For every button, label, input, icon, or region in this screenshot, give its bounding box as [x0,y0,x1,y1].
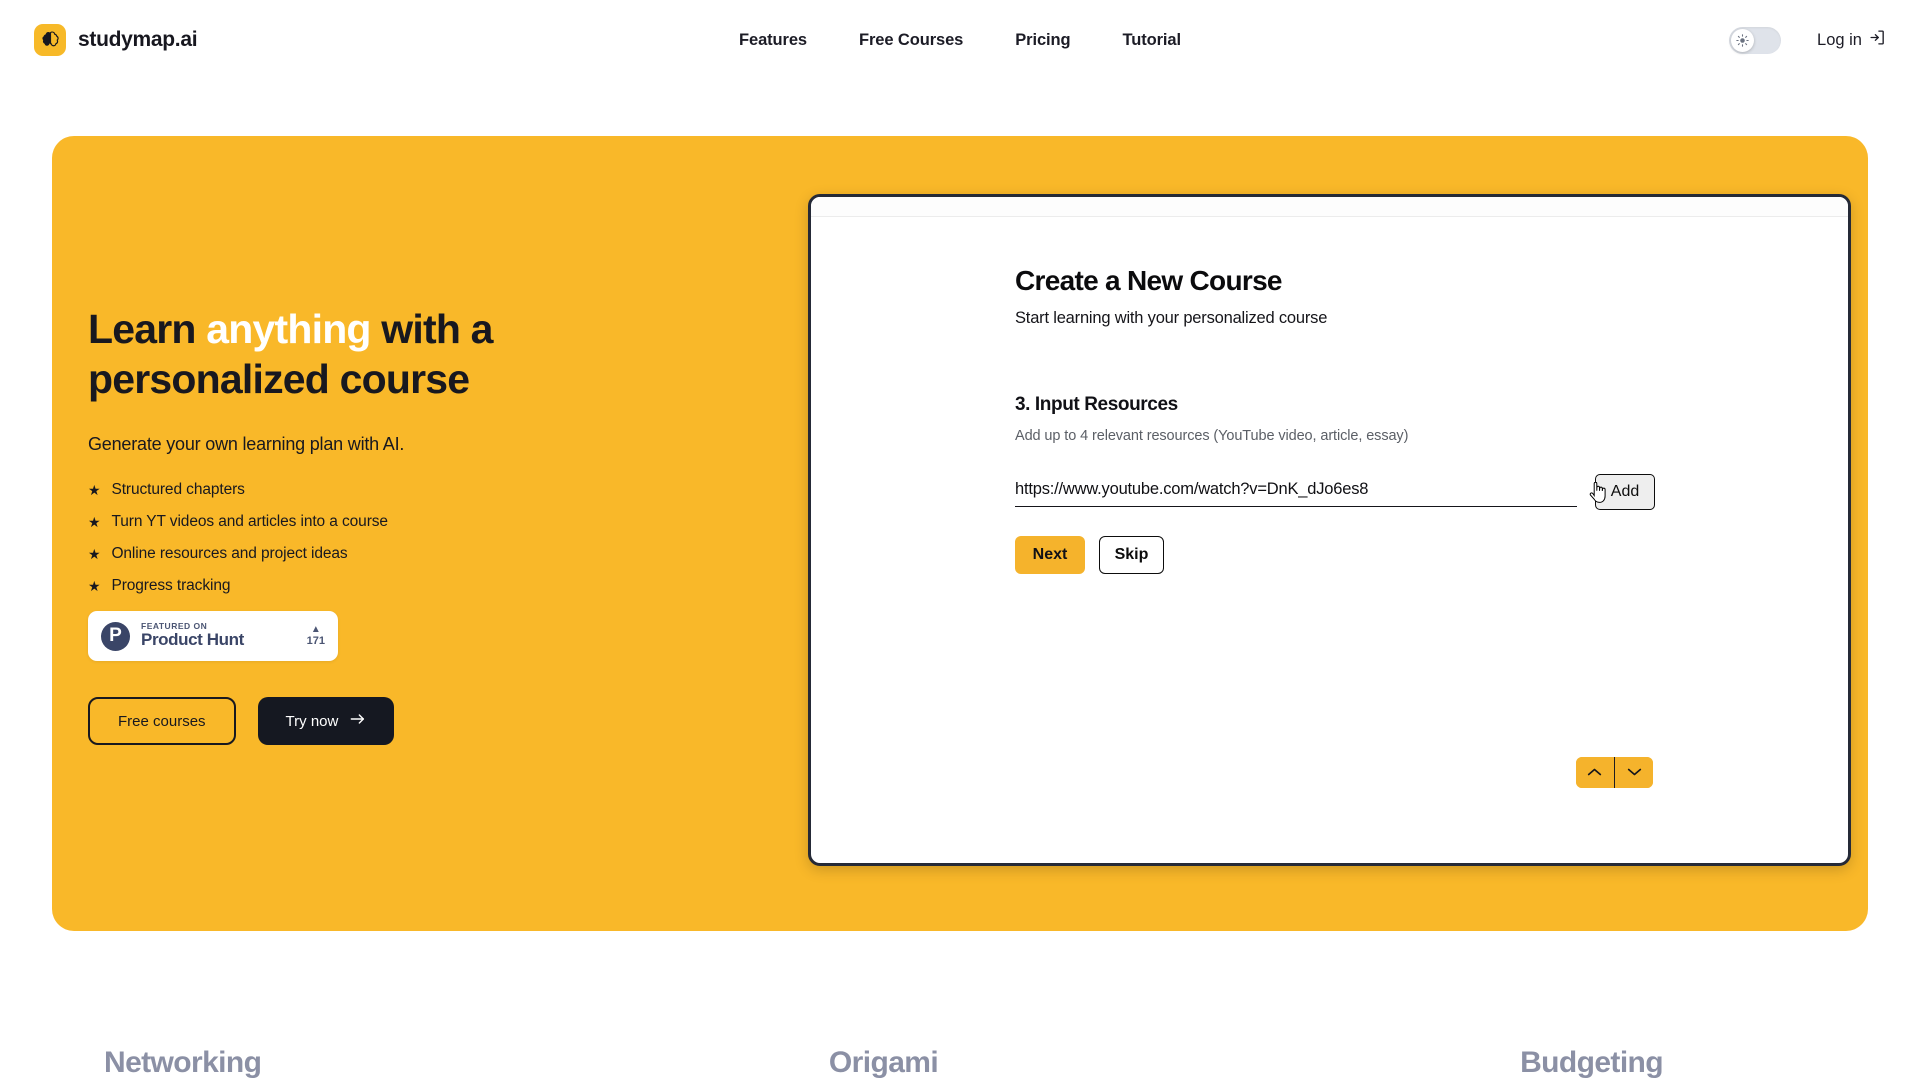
hero-subtitle: Generate your own learning plan with AI. [88,434,405,455]
list-item: ★ Progress tracking [88,577,812,595]
feature-label: Online resources and project ideas [111,545,348,563]
hero-title-highlight: anything [206,306,371,352]
page-subtitle: Start learning with your personalized co… [1015,309,1328,327]
theme-toggle[interactable] [1729,26,1782,54]
try-now-label: Try now [285,712,339,730]
course-title: Origami [828,1046,939,1079]
star-icon: ★ [88,546,101,563]
list-item: ★ Online resources and project ideas [88,545,812,563]
course-card-budgeting[interactable]: Budgeting [1143,1046,1868,1080]
hero-title: Learn anything with a personalized cours… [88,304,688,404]
add-resource-button[interactable]: Add [1589,474,1655,510]
login-label: Log in [1817,30,1862,49]
course-title: Budgeting [1520,1046,1664,1079]
product-hunt-icon: P [101,621,130,651]
star-icon: ★ [88,514,101,531]
window-content: Create a New Course Start learning with … [811,217,1848,863]
sun-icon [1731,28,1755,52]
step-heading: 3. Input Resources [1015,394,1178,415]
step-actions: Next Skip [1015,536,1848,574]
step-pager [1575,757,1653,788]
mouse-cursor-pointer-icon [1589,481,1609,504]
star-icon: ★ [88,482,101,499]
window-title-bar [811,197,1848,217]
hero-section: Learn anything with a personalized cours… [52,136,1868,931]
nav-item-tutorial[interactable]: Tutorial [1123,31,1182,50]
arrow-right-icon [350,712,366,730]
add-button-label: Add [1610,483,1640,500]
upvote-arrow-icon: ▲ [310,624,321,636]
chevron-down-icon [1627,765,1642,780]
brain-icon [34,24,66,56]
list-item: ★ Structured chapters [88,481,812,499]
courses-preview-row: Networking Origami Budgeting [0,1046,1920,1080]
try-now-button[interactable]: Try now [257,697,395,746]
feature-label: Structured chapters [111,481,245,499]
login-arrow-icon [1869,29,1886,51]
hero-feature-list: ★ Structured chapters ★ Turn YT videos a… [88,481,812,595]
product-hunt-text: FEATURED ON Product Hunt [141,622,244,650]
product-hunt-badge[interactable]: P FEATURED ON Product Hunt ▲ 171 [88,611,338,662]
hero-content: Learn anything with a personalized cours… [52,136,812,931]
product-hunt-name: Product Hunt [141,630,244,650]
pager-down-button[interactable] [1615,757,1653,788]
resource-input-row: Add [1015,474,1848,510]
pager-up-button[interactable] [1575,757,1614,788]
product-hunt-vote-count: 171 [306,635,325,648]
step-description: Add up to 4 relevant resources (YouTube … [1015,428,1409,444]
brand-name: studymap.ai [78,28,198,51]
hero-buttons: Free courses Try now [88,697,812,746]
page-title: Create a New Course [1015,265,1283,296]
course-title: Networking [104,1046,262,1079]
feature-label: Progress tracking [111,577,231,595]
nav-right-group: Log in [1729,26,1886,54]
top-navbar: studymap.ai Features Free Courses Pricin… [0,0,1920,80]
nav-item-features[interactable]: Features [739,31,807,50]
free-courses-button[interactable]: Free courses [88,697,236,746]
star-icon: ★ [88,578,101,595]
resource-url-input[interactable] [1015,477,1577,507]
course-card-networking[interactable]: Networking [52,1046,624,1080]
next-button[interactable]: Next [1015,536,1085,574]
course-card-origami[interactable]: Origami [624,1046,1144,1080]
skip-button[interactable]: Skip [1099,536,1164,574]
hero-title-part1: Learn [88,306,207,352]
brand-logo-link[interactable]: studymap.ai [34,24,198,56]
list-item: ★ Turn YT videos and articles into a cou… [88,513,812,531]
course-creation-window: Create a New Course Start learning with … [808,194,1851,866]
primary-nav: Features Free Courses Pricing Tutorial [739,31,1181,50]
product-hunt-vote: ▲ 171 [307,624,325,647]
login-button[interactable]: Log in [1817,29,1886,51]
chevron-up-icon [1587,765,1602,780]
nav-item-free-courses[interactable]: Free Courses [859,31,963,50]
nav-item-pricing[interactable]: Pricing [1015,31,1070,50]
feature-label: Turn YT videos and articles into a cours… [111,513,388,531]
